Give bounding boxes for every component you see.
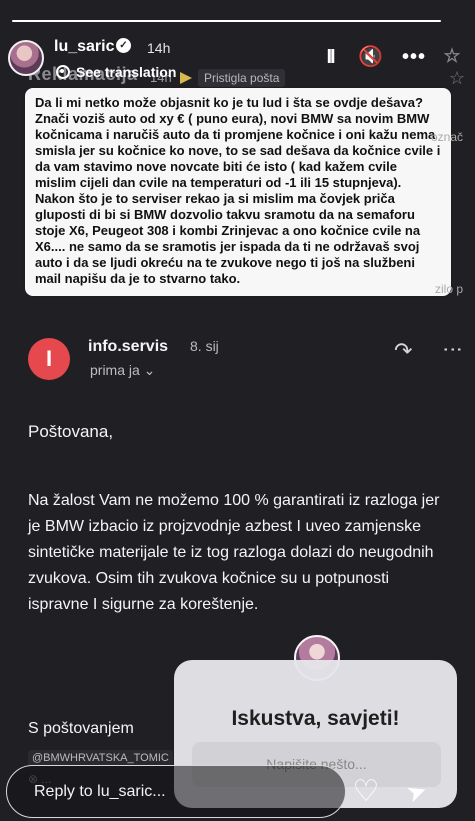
sender-name: info.servis — [88, 338, 169, 355]
signature-tag: @BMWHRVATSKA_TOMIC — [28, 750, 173, 766]
recipient-label: prima ja ⌄ — [90, 362, 156, 378]
reply-icon: ↶ — [394, 338, 413, 363]
story-view: Reklamacija 14h Pristigla pošta ☆ lu_sar… — [0, 0, 475, 821]
story-text-note: Da li mi netko može objasnit ko je tu lu… — [25, 88, 451, 296]
email-signature: S poštovanjem — [28, 720, 134, 737]
story-progress-bar — [12, 20, 441, 22]
mute-button[interactable]: 🔇 — [358, 45, 383, 69]
email-body: Na žalost Vam ne možemo 100 % garantirat… — [28, 492, 440, 613]
pause-button[interactable]: II — [318, 45, 342, 69]
see-translation-label: See translation — [76, 64, 177, 80]
reply-placeholder: Reply to lu_saric... — [34, 783, 166, 800]
see-translation-link[interactable]: See translation — [56, 64, 176, 80]
faint-background-label-2: zilo p — [434, 282, 463, 296]
faint-background-label-1: označ — [430, 130, 463, 144]
more-options-button[interactable]: ••• — [402, 45, 426, 69]
username[interactable]: lu_saric — [54, 38, 114, 56]
email-greeting: Poštovana, — [28, 422, 114, 441]
question-title: Iskustva, savjeti! — [231, 707, 400, 730]
note-text: Da li mi netko može objasnit ko je tu lu… — [35, 95, 441, 286]
sender-avatar: I — [28, 338, 70, 380]
story-time: 14h — [147, 40, 171, 56]
email-more-icon: ⋮ — [441, 339, 464, 358]
reply-input[interactable]: Reply to lu_saric... — [6, 765, 346, 818]
verified-icon: ✓ — [116, 38, 131, 53]
email-date: 8. sij — [190, 338, 219, 354]
translate-icon — [56, 65, 70, 79]
story-header: lu_saric ✓ 14h See translation II 🔇 ••• … — [0, 30, 475, 86]
star-icon: ☆ — [443, 46, 461, 67]
avatar[interactable] — [8, 40, 44, 76]
heart-icon[interactable]: ♡ — [352, 777, 380, 807]
